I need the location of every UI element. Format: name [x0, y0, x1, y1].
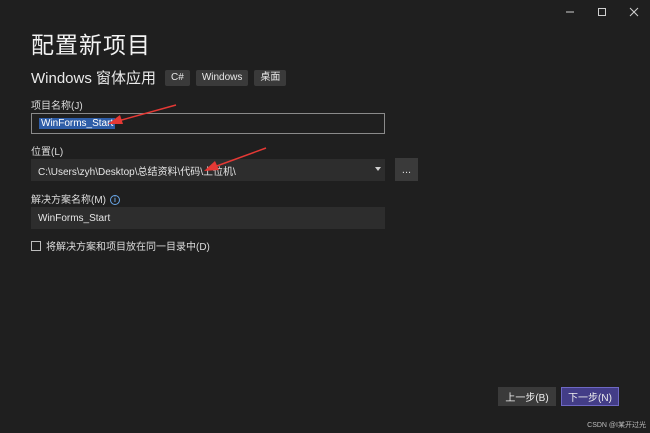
solution-name-input[interactable]: WinForms_Start — [31, 207, 385, 229]
browse-button[interactable]: ... — [395, 158, 418, 181]
project-name-input[interactable]: WinForms_Start — [31, 113, 385, 134]
location-label: 位置(L) — [31, 147, 64, 158]
window-controls — [554, 0, 650, 24]
info-icon[interactable]: i — [110, 195, 120, 206]
close-icon — [629, 7, 639, 17]
solution-name-value: WinForms_Start — [38, 212, 111, 224]
tag-language: C# — [165, 69, 190, 86]
same-directory-checkbox[interactable] — [31, 240, 41, 251]
next-button-label: 下一步(N) — [568, 393, 612, 404]
project-name-label: 项目名称(J) — [31, 101, 83, 112]
browse-label: ... — [401, 163, 412, 176]
location-combobox[interactable]: C:\Users\zyh\Desktop\总结资料\代码\上位机\ — [31, 159, 385, 181]
minimize-button[interactable] — [554, 0, 586, 24]
chevron-down-icon[interactable] — [375, 167, 381, 171]
previous-button-label: 上一步(B) — [505, 393, 549, 404]
minimize-icon — [566, 11, 574, 13]
page-title: 配置新项目 — [31, 32, 151, 58]
next-button[interactable]: 下一步(N) — [561, 387, 619, 406]
tag-platform: Windows — [195, 69, 249, 86]
maximize-button[interactable] — [586, 0, 618, 24]
previous-button[interactable]: 上一步(B) — [498, 387, 556, 406]
tag-project-type: 桌面 — [254, 69, 287, 86]
project-name-value: WinForms_Start — [39, 118, 116, 129]
location-value: C:\Users\zyh\Desktop\总结资料\代码\上位机\ — [38, 166, 236, 178]
solution-name-label-row: 解决方案名称(M) i — [31, 191, 120, 206]
close-button[interactable] — [618, 0, 650, 24]
solution-name-label: 解决方案名称(M) — [31, 195, 106, 206]
same-directory-label: 将解决方案和项目放在同一目录中(D) — [46, 242, 210, 253]
watermark: CSDN @I某开过光 — [587, 422, 646, 429]
template-name: Windows 窗体应用 — [31, 70, 157, 87]
maximize-icon — [598, 8, 606, 16]
same-directory-option[interactable]: 将解决方案和项目放在同一目录中(D) — [31, 238, 210, 253]
template-info: Windows 窗体应用 C# Windows 桌面 — [31, 67, 292, 88]
